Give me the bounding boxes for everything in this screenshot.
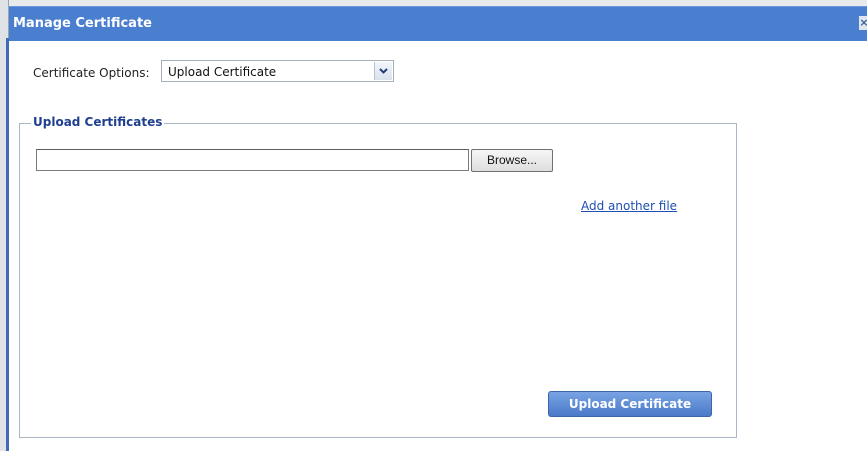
certificate-options-label: Certificate Options: (33, 66, 150, 80)
certificate-options-select[interactable]: Upload Certificate (161, 60, 394, 82)
window-left-accent (6, 38, 9, 451)
upload-certificates-group: Upload Certificates Browse... Add anothe… (19, 115, 737, 438)
dialog-title: Manage Certificate (13, 16, 152, 31)
close-icon[interactable]: × (859, 16, 867, 30)
upload-certificates-legend: Upload Certificates (31, 115, 165, 129)
chevron-down-icon-glyph (379, 68, 388, 74)
window-left-edge (0, 0, 9, 451)
certificate-options-selected-value: Upload Certificate (168, 65, 277, 79)
certificate-options-row: Certificate Options: Upload Certificate (33, 60, 394, 84)
file-path-input[interactable] (36, 149, 469, 171)
add-another-file-link[interactable]: Add another file (581, 199, 677, 213)
upload-certificate-button[interactable]: Upload Certificate (548, 391, 712, 417)
manage-certificate-dialog: Manage Certificate × Certificate Options… (0, 0, 867, 451)
chevron-down-icon[interactable] (374, 62, 392, 80)
browse-button[interactable]: Browse... (471, 149, 553, 172)
dialog-title-bar: Manage Certificate × (9, 6, 867, 41)
